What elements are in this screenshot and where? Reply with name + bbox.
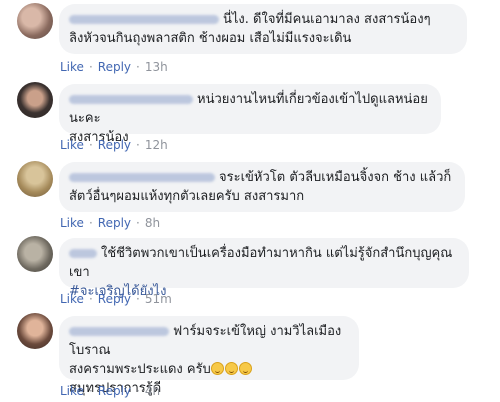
commenter-name[interactable]: [69, 15, 219, 24]
comment-actions: Like · Reply · 8h: [60, 216, 161, 230]
commenter-name[interactable]: [69, 327, 169, 336]
like-link[interactable]: Like: [60, 138, 84, 152]
like-link[interactable]: Like: [60, 292, 84, 306]
comment-text-line: ลิงหัวจนกินถุงพลาสติก ช้างผอม เสือไม่มีแ…: [69, 31, 352, 46]
reply-link[interactable]: Reply: [98, 60, 131, 74]
timestamp[interactable]: 13h: [145, 60, 168, 74]
grinning-emoji-icon: [238, 362, 252, 375]
like-link[interactable]: Like: [60, 384, 84, 398]
comment-text-line: ใช้ชีวิตพวกเขาเป็นเครื่องมือทำมาหากิน แต…: [69, 246, 453, 280]
reply-link[interactable]: Reply: [98, 216, 131, 230]
commenter-name[interactable]: [69, 249, 97, 258]
commenter-name[interactable]: [69, 95, 193, 104]
reply-link[interactable]: Reply: [98, 138, 131, 152]
reply-link[interactable]: Reply: [98, 292, 131, 306]
comment-text-line: สัตว์อื่นๆผอมแห้งทุกตัวเลยครับ สงสารมาก: [69, 189, 305, 204]
grinning-emoji-icon: [210, 362, 224, 375]
avatar[interactable]: [17, 3, 53, 39]
commenter-name[interactable]: [69, 173, 215, 182]
comment-bubble: หน่วยงานไหนที่เกี่ยวข้องเข้าไปดูแลหน่อยน…: [59, 84, 441, 145]
comment-actions: Like · Reply · 13h: [60, 60, 168, 74]
reply-link[interactable]: Reply: [98, 384, 131, 398]
comment-text-line: จระเข้หัวโต ตัวลีบเหมือนจิ้งจก ช้าง แล้ว…: [219, 170, 452, 185]
comment-text-line: นี่ไง. ดีใจที่มีคนเอามาลง สงสารน้องๆ: [223, 12, 431, 27]
avatar[interactable]: [17, 236, 53, 272]
timestamp[interactable]: 8h: [145, 216, 160, 230]
like-link[interactable]: Like: [60, 216, 84, 230]
comment-bubble: ฟาร์มจระเข้ใหญ่ งามวิไลเมืองโบราณ สงคราม…: [59, 316, 359, 396]
comment-bubble: ใช้ชีวิตพวกเขาเป็นเครื่องมือทำมาหากิน แต…: [59, 238, 469, 299]
like-link[interactable]: Like: [60, 60, 84, 74]
comment-bubble: นี่ไง. ดีใจที่มีคนเอามาลง สงสารน้องๆ ลิง…: [59, 4, 467, 54]
grinning-emoji-icon: [224, 362, 238, 375]
avatar[interactable]: [17, 82, 53, 118]
comment-bubble: จระเข้หัวโต ตัวลีบเหมือนจิ้งจก ช้าง แล้ว…: [59, 162, 465, 212]
comment-text-line: สงครามพระประแดง ครับ: [69, 362, 211, 377]
comment-actions: Like · Reply · 4h: [60, 384, 161, 398]
timestamp[interactable]: 4h: [145, 384, 160, 398]
avatar[interactable]: [17, 161, 53, 197]
avatar[interactable]: [17, 313, 53, 349]
timestamp[interactable]: 12h: [145, 138, 168, 152]
comment-actions: Like · Reply · 12h: [60, 138, 168, 152]
timestamp[interactable]: 51m: [145, 292, 172, 306]
comment-actions: Like · Reply · 51m: [60, 292, 172, 306]
